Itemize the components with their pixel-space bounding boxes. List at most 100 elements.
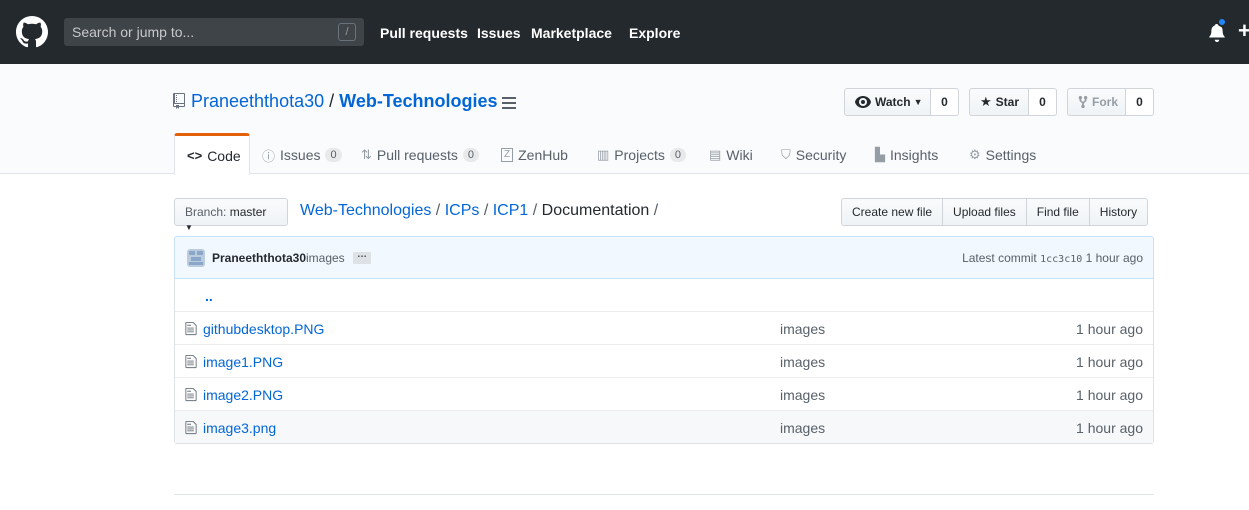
- file-age: 1 hour ago: [1076, 321, 1143, 337]
- repo-name-link[interactable]: Web-Technologies: [339, 91, 497, 111]
- file-icon: [185, 354, 197, 369]
- tab-issues-label: Issues: [280, 147, 321, 163]
- fork-count[interactable]: 0: [1126, 88, 1154, 116]
- tab-projects-label: Projects: [614, 147, 665, 163]
- menu-icon[interactable]: [502, 97, 516, 109]
- notification-indicator: [1217, 17, 1227, 27]
- footer-divider: [174, 494, 1154, 495]
- breadcrumb-separator: /: [653, 202, 659, 219]
- zenhub-icon: Z: [501, 148, 514, 162]
- latest-commit-bar: Praneeththota30 images … Latest commit 1…: [174, 236, 1154, 279]
- pull-request-icon: ⇅: [361, 147, 372, 162]
- table-row: githubdesktop.PNG images 1 hour ago: [175, 311, 1153, 344]
- file-actions: Create new file Upload files Find file H…: [841, 198, 1149, 226]
- tab-projects[interactable]: ▥ Projects 0: [597, 136, 686, 174]
- tab-wiki-label: Wiki: [726, 147, 753, 163]
- projects-counter: 0: [669, 148, 686, 162]
- star-count[interactable]: 0: [1029, 88, 1057, 116]
- nav-explore[interactable]: Explore: [629, 25, 680, 41]
- issues-counter: 0: [325, 148, 342, 162]
- breadcrumb-icp1[interactable]: ICP1: [493, 202, 529, 219]
- nav-pull-requests[interactable]: Pull requests: [380, 25, 468, 41]
- file-icon: [185, 420, 197, 435]
- repo-icon: [173, 93, 185, 109]
- code-icon: <>: [187, 148, 203, 163]
- create-new-icon[interactable]: +: [1238, 18, 1249, 44]
- book-icon: ▤: [709, 147, 722, 162]
- file-name-link[interactable]: image2.PNG: [203, 387, 283, 403]
- pull-requests-counter: 0: [462, 148, 479, 162]
- breadcrumb-separator: /: [532, 202, 538, 219]
- tab-code[interactable]: <> Code: [174, 133, 250, 175]
- search-placeholder: Search or jump to...: [72, 24, 195, 40]
- find-file-button[interactable]: Find file: [1025, 198, 1090, 226]
- github-logo-icon[interactable]: [16, 16, 48, 48]
- breadcrumb-icps[interactable]: ICPs: [445, 202, 480, 219]
- star-label: Star: [995, 95, 1019, 109]
- file-commit-message[interactable]: images: [780, 354, 825, 370]
- issue-icon: ⓘ: [262, 148, 276, 164]
- file-list: .. githubdesktop.PNG images 1 hour ago i…: [174, 279, 1154, 444]
- nav-issues[interactable]: Issues: [477, 25, 521, 41]
- tab-issues[interactable]: ⓘ Issues 0: [262, 136, 342, 174]
- tab-zenhub-label: ZenHub: [518, 147, 568, 163]
- table-row: image2.PNG images 1 hour ago: [175, 377, 1153, 410]
- tab-pull-requests[interactable]: ⇅ Pull requests 0: [361, 136, 479, 174]
- watch-count[interactable]: 0: [931, 88, 959, 116]
- shield-icon: ⛉: [781, 147, 791, 162]
- latest-commit-info: Latest commit 1cc3c10 1 hour ago: [962, 251, 1143, 265]
- expand-commit-button[interactable]: …: [353, 250, 371, 264]
- table-row: image3.png images 1 hour ago: [175, 410, 1153, 443]
- repo-title: Praneeththota30 / Web-Technologies: [191, 91, 498, 112]
- table-row: image1.PNG images 1 hour ago: [175, 344, 1153, 377]
- tab-security-label: Security: [795, 147, 847, 163]
- tab-wiki[interactable]: ▤ Wiki: [709, 136, 753, 174]
- tab-insights[interactable]: ▙ Insights: [875, 136, 938, 174]
- avatar[interactable]: [187, 249, 205, 267]
- nav-marketplace[interactable]: Marketplace: [531, 25, 612, 41]
- fork-label: Fork: [1092, 95, 1119, 109]
- file-age: 1 hour ago: [1076, 420, 1143, 436]
- tab-zenhub[interactable]: Z ZenHub: [501, 136, 568, 174]
- breadcrumb-repo[interactable]: Web-Technologies: [300, 202, 431, 219]
- file-name-link[interactable]: image3.png: [203, 420, 276, 436]
- file-name-link[interactable]: githubdesktop.PNG: [203, 321, 324, 337]
- breadcrumb-separator: /: [483, 202, 489, 219]
- file-age: 1 hour ago: [1076, 354, 1143, 370]
- upload-files-button[interactable]: Upload files: [942, 198, 1027, 226]
- tab-security[interactable]: ⛉ Security: [781, 136, 846, 174]
- tab-settings-label: Settings: [985, 147, 1037, 163]
- star-button[interactable]: ★ Star: [969, 88, 1029, 116]
- file-commit-message[interactable]: images: [780, 420, 825, 436]
- file-icon: [185, 321, 197, 336]
- parent-directory-link[interactable]: ..: [205, 288, 213, 304]
- watch-label: Watch: [875, 95, 911, 109]
- create-new-file-button[interactable]: Create new file: [841, 198, 944, 226]
- parent-directory-row[interactable]: ..: [175, 279, 1153, 311]
- breadcrumb: Web-Technologies / ICPs / ICP1 / Documen…: [300, 202, 658, 220]
- watch-button[interactable]: Watch ▼: [844, 88, 931, 116]
- commit-message-link[interactable]: images: [306, 251, 345, 265]
- latest-commit-label: Latest commit: [962, 251, 1037, 265]
- fork-icon: [1078, 95, 1088, 109]
- fork-button[interactable]: Fork: [1067, 88, 1126, 116]
- file-commit-message[interactable]: images: [780, 387, 825, 403]
- repo-owner-link[interactable]: Praneeththota30: [191, 91, 324, 111]
- global-header: Search or jump to... / Pull requests Iss…: [0, 0, 1249, 64]
- history-button[interactable]: History: [1088, 198, 1149, 226]
- breadcrumb-current: Documentation: [541, 202, 650, 219]
- branch-select[interactable]: Branch: master ▼: [174, 198, 288, 232]
- file-name-link[interactable]: image1.PNG: [203, 354, 283, 370]
- tab-settings[interactable]: ⚙ Settings: [969, 136, 1036, 174]
- gear-icon: ⚙: [969, 147, 981, 162]
- branch-name: master: [229, 205, 267, 219]
- tab-code-label: Code: [207, 147, 241, 164]
- slash-shortcut-badge: /: [338, 23, 356, 41]
- chevron-down-icon: ▼: [185, 223, 193, 232]
- branch-prefix: Branch:: [185, 205, 227, 219]
- commit-sha-link[interactable]: 1cc3c10: [1040, 254, 1082, 265]
- commit-author-link[interactable]: Praneeththota30: [212, 251, 306, 265]
- search-input[interactable]: Search or jump to... /: [64, 18, 364, 46]
- breadcrumb-separator: /: [435, 202, 441, 219]
- file-commit-message[interactable]: images: [780, 321, 825, 337]
